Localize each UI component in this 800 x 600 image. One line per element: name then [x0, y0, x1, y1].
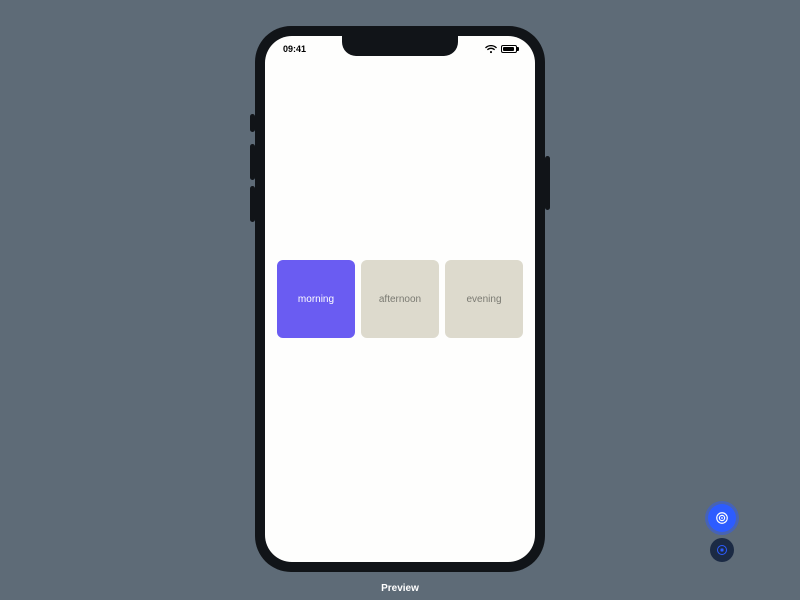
target-icon	[715, 511, 729, 525]
volume-up-btn	[250, 144, 255, 180]
option-label: evening	[466, 294, 501, 305]
option-label: afternoon	[379, 294, 421, 305]
volume-down-btn	[250, 186, 255, 222]
phone-screen: 09:41 morning	[265, 36, 535, 562]
floating-actions	[708, 504, 736, 562]
fab-primary[interactable]	[708, 504, 736, 532]
record-icon	[716, 544, 728, 556]
option-evening[interactable]: evening	[445, 260, 523, 338]
preview-caption: Preview	[0, 583, 800, 594]
design-stage: 09:41 morning	[0, 0, 800, 600]
mute-switch	[250, 114, 255, 132]
option-afternoon[interactable]: afternoon	[361, 260, 439, 338]
screen-content: morning afternoon evening	[265, 36, 535, 562]
option-morning[interactable]: morning	[277, 260, 355, 338]
option-label: morning	[298, 294, 334, 305]
phone-frame: 09:41 morning	[255, 26, 545, 572]
time-of-day-picker: morning afternoon evening	[267, 260, 533, 338]
fab-secondary[interactable]	[710, 538, 734, 562]
power-btn	[545, 156, 550, 210]
